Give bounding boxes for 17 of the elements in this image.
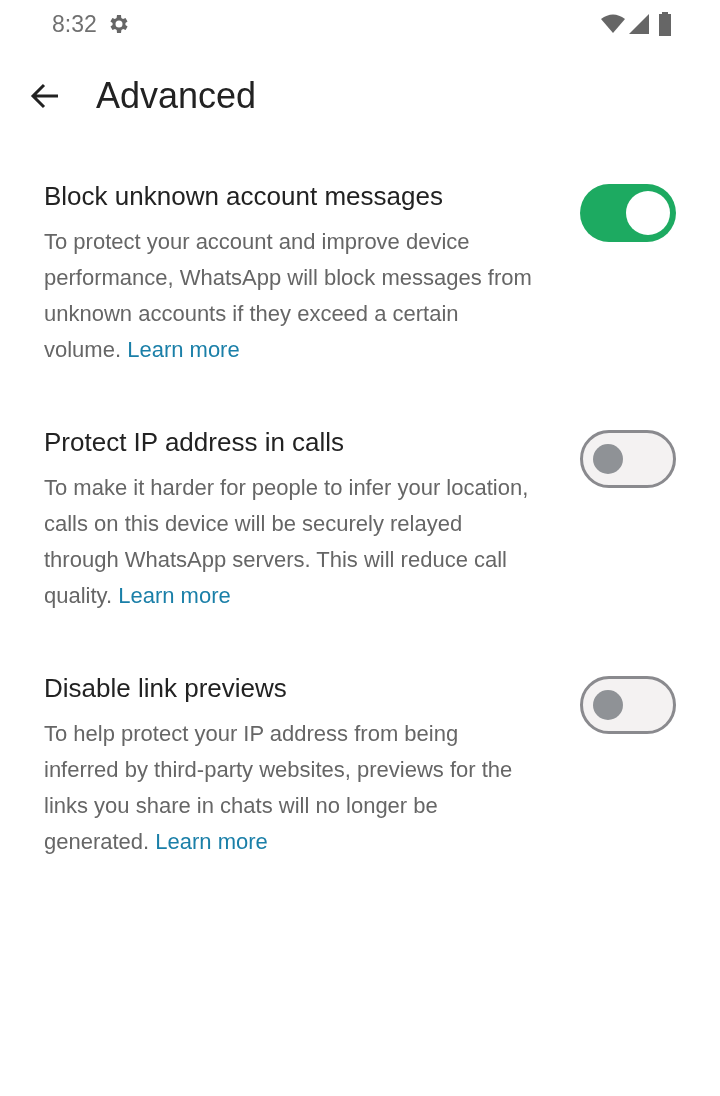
setting-title: Disable link previews	[44, 672, 288, 705]
setting-description: To help protect your IP address from being inferred by third-party websites, previews for the links you share in chats will no longer be generated. Learn more	[44, 720, 514, 856]
toggle-switch[interactable]	[580, 430, 676, 488]
setting-title: Block unknown account messages	[44, 180, 444, 213]
setting-title: Protect IP address in calls	[44, 426, 346, 459]
learn-more-link[interactable]: Learn more	[155, 829, 268, 854]
setting-description: To protect your account and improve device performance, WhatsApp will block messages from unknown accounts if they exceed a certain volume. Learn more	[44, 228, 533, 364]
setting-description: To make it harder for people to infer your location, calls on this device will be securely relayed through WhatsApp servers. This will reduce call quality. Learn more	[44, 474, 530, 610]
battery-icon	[658, 12, 672, 36]
wifi-icon	[600, 13, 626, 35]
learn-more-link[interactable]: Learn more	[127, 337, 240, 362]
status-time: 8:32	[52, 10, 97, 38]
toggle-switch[interactable]	[580, 676, 676, 734]
signal-icon	[628, 13, 650, 35]
learn-more-link[interactable]: Learn more	[118, 583, 231, 608]
page-title: Advanced	[96, 75, 257, 117]
toggle-switch[interactable]	[580, 184, 676, 242]
